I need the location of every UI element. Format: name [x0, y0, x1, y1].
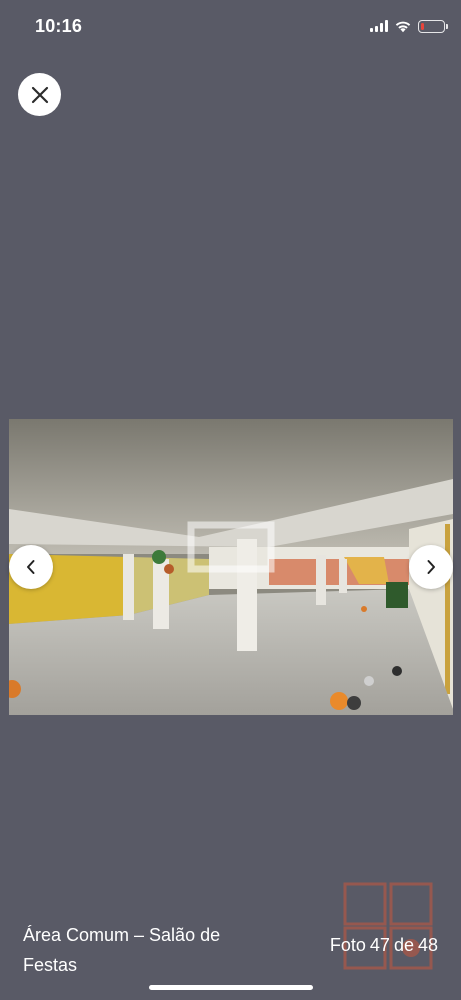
close-button[interactable] [18, 73, 61, 116]
brand-watermark-icon [343, 882, 433, 970]
photo-caption: Área Comum – Salão de Festas [23, 925, 221, 975]
counter-current: 47 [369, 935, 390, 955]
status-bar: 10:16 [0, 0, 461, 54]
wifi-icon [395, 21, 411, 33]
status-icons [370, 19, 448, 33]
status-time: 10:16 [35, 16, 83, 36]
photo-viewer-screen: 10:16 Área Comum – Salão de Festas Foto … [0, 0, 461, 1000]
signal-icon [370, 20, 388, 32]
battery-level [421, 22, 424, 30]
home-indicator[interactable] [149, 985, 313, 990]
chevron-left-icon [27, 560, 35, 574]
chevron-right-icon [427, 560, 435, 574]
next-photo-button[interactable] [409, 545, 453, 589]
photo-counter: Foto 47 de 48 [330, 935, 438, 956]
counter-prefix: Foto [329, 935, 366, 955]
previous-photo-button[interactable] [9, 545, 53, 589]
close-icon [31, 86, 48, 103]
photo-party-hall-image [9, 419, 453, 715]
gallery-photo[interactable] [9, 419, 453, 715]
counter-separator: de [393, 935, 414, 955]
counter-total: 48 [417, 935, 438, 955]
battery-icon [418, 19, 448, 33]
